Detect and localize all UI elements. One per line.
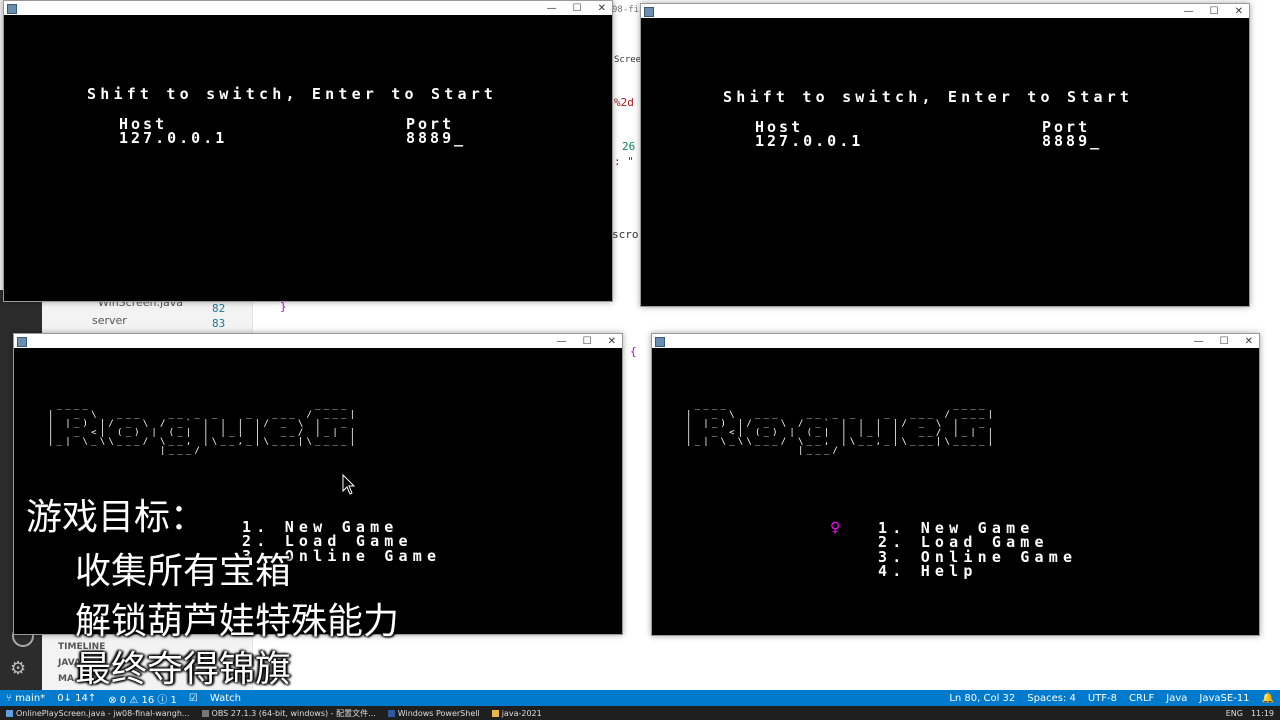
- language-indicator[interactable]: ENG: [1226, 709, 1243, 718]
- maximize-icon[interactable]: ☐: [573, 3, 582, 14]
- window-titlebar[interactable]: — ☐ ✕: [4, 1, 612, 15]
- taskbar-item-obs[interactable]: OBS 27.1.3 (64-bit, windows) - 配置文件...: [196, 708, 382, 719]
- panel-maven[interactable]: MA: [58, 674, 74, 684]
- menu-cursor-icon: ♀: [830, 520, 841, 536]
- maximize-icon[interactable]: ☐: [1220, 336, 1229, 347]
- game-window-client-1[interactable]: — ☐ ✕ Shift to switch, Enter to Start Ho…: [3, 0, 613, 302]
- host-input[interactable]: 127.0.0.1: [119, 131, 227, 146]
- window-titlebar[interactable]: — ☐ ✕: [641, 4, 1249, 18]
- code-fragment: 26: [622, 140, 636, 153]
- obs-icon: [201, 709, 209, 717]
- minimize-icon[interactable]: —: [557, 336, 567, 347]
- game-screen[interactable]: Shift to switch, Enter to Start Host 127…: [641, 18, 1249, 306]
- java-app-icon: [17, 337, 27, 347]
- close-icon[interactable]: ✕: [608, 336, 616, 347]
- minimize-icon[interactable]: —: [1184, 6, 1194, 17]
- code-fragment: scro: [612, 228, 639, 241]
- indentation[interactable]: Spaces: 4: [1021, 693, 1082, 704]
- status-bar-right: Ln 80, Col 32 Spaces: 4 UTF-8 CRLF Java …: [943, 693, 1280, 704]
- minimize-icon[interactable]: —: [1194, 336, 1204, 347]
- subtitle-line-1: 收集所有宝箱: [75, 551, 292, 592]
- code-fragment: Scree: [614, 55, 642, 65]
- notifications-icon[interactable]: 🔔: [1256, 693, 1280, 704]
- line-number-83: 83: [212, 317, 226, 330]
- system-tray: ENG 11:19: [1226, 709, 1280, 718]
- encoding[interactable]: UTF-8: [1082, 693, 1123, 704]
- window-titlebar[interactable]: — ☐ ✕: [14, 334, 622, 348]
- cursor-position[interactable]: Ln 80, Col 32: [943, 693, 1021, 704]
- taskbar: OnlinePlayScreen.java - jw08-final-wangh…: [0, 706, 1280, 720]
- java-app-icon: [655, 337, 665, 347]
- watch-button[interactable]: Watch: [204, 693, 247, 704]
- line-ending[interactable]: CRLF: [1123, 693, 1160, 704]
- close-icon[interactable]: ✕: [1235, 6, 1243, 17]
- git-branch-icon: ⑂: [6, 692, 16, 704]
- tree-item-server[interactable]: server: [92, 314, 127, 327]
- start-prompt: Shift to switch, Enter to Start: [723, 88, 1134, 106]
- roguelike-logo: ____ ____ | _ \ ___ __ _ _ _ ___ / ___| …: [48, 401, 359, 456]
- close-icon[interactable]: ✕: [1245, 336, 1253, 347]
- game-screen[interactable]: ____ ____ | _ \ ___ __ _ _ _ ___ / ___| …: [652, 348, 1259, 635]
- taskbar-item-powershell[interactable]: Windows PowerShell: [382, 709, 486, 718]
- subtitle-line-3: 最终夺得锦旗: [75, 649, 292, 690]
- host-input[interactable]: 127.0.0.1: [755, 134, 863, 149]
- language-mode[interactable]: Java: [1160, 693, 1193, 704]
- gear-icon[interactable]: ⚙: [10, 658, 26, 679]
- branch-indicator[interactable]: ⑂ main*: [0, 693, 51, 704]
- taskbar-item-vscode[interactable]: OnlinePlayScreen.java - jw08-final-wangh…: [0, 709, 196, 718]
- maximize-icon[interactable]: ☐: [583, 336, 592, 347]
- java-runtime[interactable]: JavaSE-11: [1193, 693, 1255, 704]
- powershell-icon: [387, 709, 395, 717]
- roguelike-logo: ____ ____ | _ \ ___ __ _ _ _ ___ / ___| …: [686, 401, 997, 456]
- game-window-menu[interactable]: — ☐ ✕ ____ ____ | _ \ ___ __ _ _ _ ___ /…: [651, 333, 1260, 636]
- status-bar: ⑂ main* 0↓ 14↑ ⊗ 0 ⚠ 16 ⓘ 1 ☑ Watch Ln 8…: [0, 690, 1280, 706]
- window-titlebar[interactable]: — ☐ ✕: [652, 334, 1259, 348]
- code-fragment: {: [630, 345, 637, 358]
- clock[interactable]: 11:19: [1251, 709, 1274, 718]
- game-screen[interactable]: Shift to switch, Enter to Start Host 127…: [4, 15, 612, 301]
- java-app-icon: [644, 7, 654, 17]
- minimize-icon[interactable]: —: [547, 3, 557, 14]
- check-status[interactable]: ☑: [183, 693, 204, 704]
- start-prompt: Shift to switch, Enter to Start: [87, 85, 498, 103]
- subtitle-heading: 游戏目标：: [26, 497, 207, 538]
- taskbar-item-java[interactable]: java-2021: [486, 709, 548, 718]
- game-window-client-2[interactable]: — ☐ ✕ Shift to switch, Enter to Start Ho…: [640, 3, 1250, 307]
- problems-indicator[interactable]: ⊗ 0 ⚠ 16 ⓘ 1: [102, 691, 183, 706]
- java-app-icon: [7, 4, 17, 14]
- line-number-82: 82: [212, 302, 226, 315]
- code-fragment: : ": [614, 155, 634, 168]
- close-icon[interactable]: ✕: [598, 3, 606, 14]
- vscode-icon: [6, 709, 13, 717]
- port-input[interactable]: 8889_: [1042, 134, 1102, 149]
- port-input[interactable]: 8889_: [406, 131, 466, 146]
- maximize-icon[interactable]: ☐: [1210, 6, 1219, 17]
- mouse-pointer-icon: [342, 474, 356, 495]
- subtitle-line-2: 解锁葫芦娃特殊能力: [75, 601, 400, 642]
- folder-icon: [491, 709, 499, 717]
- code-fragment: %2d: [614, 96, 634, 109]
- sync-status[interactable]: 0↓ 14↑: [51, 693, 102, 704]
- menu-item-help[interactable]: 4. Help: [878, 564, 978, 579]
